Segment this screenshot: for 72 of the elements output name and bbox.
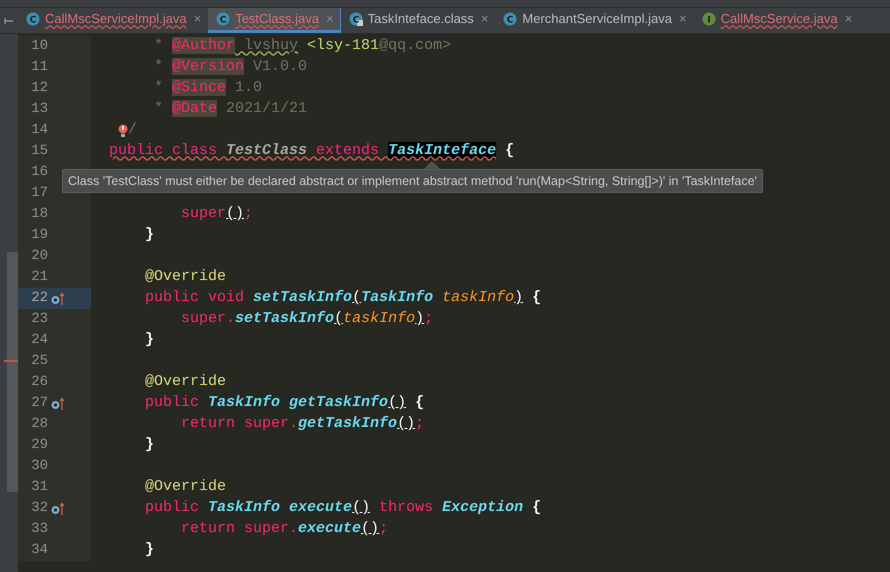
line-number: 29 (30, 436, 48, 455)
line-number: 27 (30, 394, 48, 413)
close-icon[interactable]: × (844, 9, 852, 29)
code-line: @Override (144, 372, 226, 392)
line-number: 31 (30, 478, 48, 497)
line-number: 15 (30, 142, 48, 161)
tooltip-pointer (424, 162, 440, 170)
line-number: 28 (30, 415, 48, 434)
close-icon[interactable]: × (678, 9, 687, 29)
code-line: } (144, 540, 154, 560)
code-line: * @Version V1.0.0 (153, 57, 308, 78)
tab-label: TestClass.java (235, 10, 319, 28)
tab-label: TaskInteface.class (368, 10, 474, 28)
line-number: 10 (30, 37, 48, 56)
code-line: @Override (144, 477, 226, 498)
line-number: 17 (30, 184, 48, 203)
code-line: public void setTaskInfo(TaskInfo taskInfo) { (144, 288, 542, 308)
editor-tab[interactable]: I CallMscService.java × (694, 8, 860, 33)
code-line: return super.getTaskInfo(); (180, 414, 424, 434)
code-line: } (144, 435, 154, 456)
line-number: 20 (30, 247, 48, 266)
code-line: public TaskInfo execute() throws Exception { (144, 498, 542, 518)
line-number: 13 (30, 100, 48, 119)
code-line: } (144, 225, 154, 246)
override-arrow-icon[interactable] (51, 396, 65, 410)
line-number: 16 (30, 163, 48, 182)
lightbulb-icon[interactable] (118, 124, 128, 138)
line-number: 19 (30, 226, 48, 245)
line-number: 23 (30, 310, 48, 329)
code-line: } (144, 330, 154, 350)
class-icon: C (216, 12, 230, 26)
code-line: * @Author lvshuy <lsy-181@qq.com> (153, 36, 452, 56)
code-line: super.setTaskInfo(taskInfo); (180, 309, 434, 330)
line-number: 34 (30, 541, 48, 560)
code-line: * @Since 1.0 (153, 78, 262, 98)
close-icon[interactable]: × (326, 9, 334, 29)
editor-tab[interactable]: C CallMscServiceImpl.java × (18, 8, 208, 33)
code-line: return super.execute(); (180, 519, 388, 540)
editor-tab[interactable]: C TaskInteface.class × (340, 8, 496, 33)
line-number: 33 (30, 520, 48, 539)
line-number: 14 (30, 121, 48, 140)
class-icon: C (26, 12, 40, 26)
interface-icon: I (702, 12, 716, 26)
code-line: public TaskInfo getTaskInfo() { (144, 393, 424, 414)
line-number: 25 (30, 352, 48, 371)
line-number: 32 (30, 499, 48, 518)
line-number: 24 (30, 331, 48, 350)
tab-label: MerchantServiceImpl.java (522, 10, 672, 28)
code-line: / (128, 120, 138, 140)
code-line: * @Date 2021/1/21 (153, 99, 308, 120)
code-line: super(); (180, 204, 254, 224)
error-stripe (4, 360, 18, 362)
code-line: public class TestClass extends TaskInteface { (109, 141, 514, 162)
close-icon[interactable]: × (480, 9, 488, 29)
close-icon[interactable]: × (194, 9, 202, 29)
tab-label: CallMscService.java (720, 10, 838, 28)
class-icon: C (503, 12, 518, 26)
scrollbar-thumb[interactable] (7, 252, 18, 492)
line-number: 21 (30, 268, 48, 287)
override-arrow-icon[interactable] (51, 292, 65, 306)
locked-class-icon: C (348, 12, 363, 26)
line-number: 18 (30, 205, 48, 224)
line-number: 11 (30, 58, 48, 77)
line-number: 12 (30, 79, 48, 98)
override-arrow-icon[interactable] (51, 502, 65, 516)
tab-label: CallMscServiceImpl.java (45, 10, 187, 28)
line-number: 26 (30, 373, 48, 392)
editor-tab[interactable]: C TestClass.java × (208, 8, 341, 33)
line-number: 30 (30, 457, 48, 476)
code-line: @Override (144, 267, 226, 288)
editor-tab[interactable]: C MerchantServiceImpl.java × (495, 8, 694, 33)
line-number: 22 (30, 289, 48, 308)
